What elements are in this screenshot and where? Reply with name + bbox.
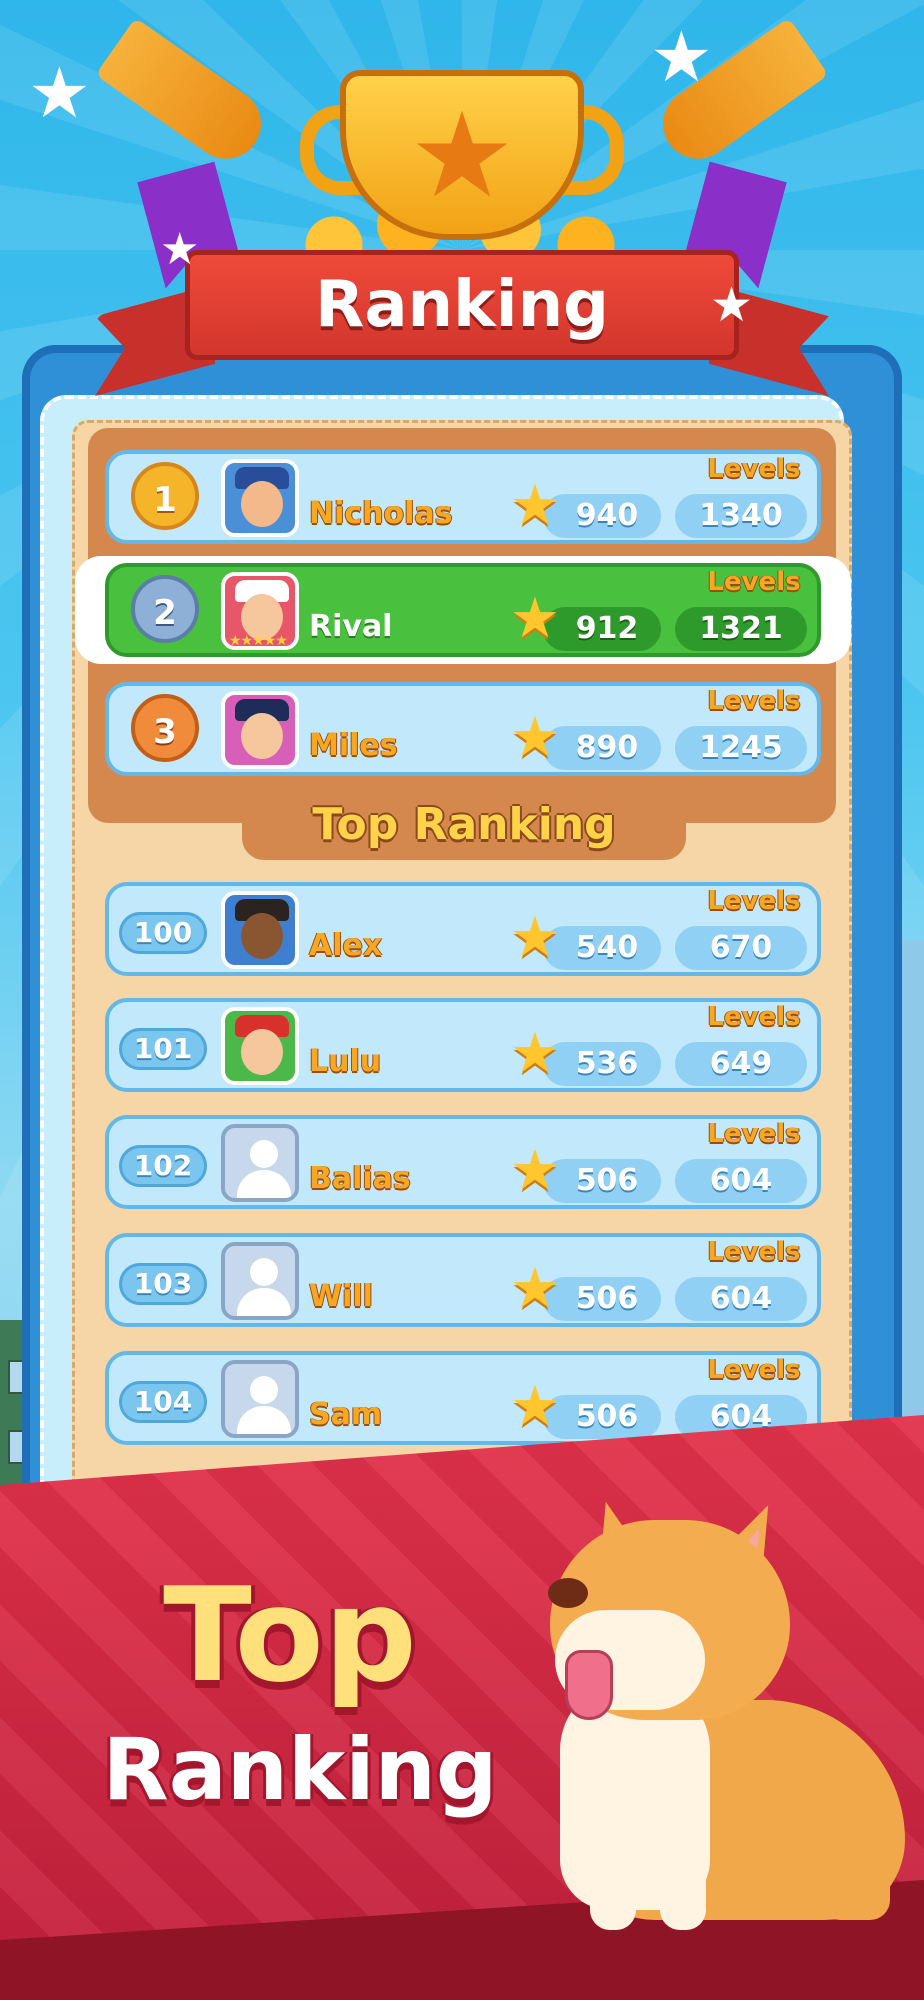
levels-count: 670 xyxy=(675,926,807,970)
silhouette-body xyxy=(237,1288,291,1316)
silhouette-body xyxy=(237,1406,291,1434)
default-user-avatar xyxy=(221,1360,299,1438)
sparkle-star-icon: ★ xyxy=(160,224,200,275)
corgi-front-leg xyxy=(660,1840,706,1930)
corgi-tongue xyxy=(565,1650,613,1720)
levels-label: Levels xyxy=(707,886,801,916)
silhouette-body xyxy=(237,1170,291,1198)
face xyxy=(241,481,283,527)
page-title: Ranking xyxy=(185,250,739,360)
ranking-row[interactable]: 101 Lulu Levels 536 ★ 649 xyxy=(105,998,821,1092)
ranking-row[interactable]: 100 Alex Levels 540 ★ 670 xyxy=(105,882,821,976)
face xyxy=(241,713,283,759)
levels-count: 604 xyxy=(675,1159,807,1203)
rank-number: 102 xyxy=(119,1145,207,1187)
pilot-avatar xyxy=(221,691,299,769)
trophy-star-icon: ★ xyxy=(409,86,515,224)
levels-label: Levels xyxy=(707,1355,801,1385)
ranking-row[interactable]: 103 Will Levels 506 ★ 604 xyxy=(105,1233,821,1327)
ranking-row[interactable]: 102 Balias Levels 506 ★ 604 xyxy=(105,1115,821,1209)
silhouette-head xyxy=(250,1140,278,1168)
headphones-avatar xyxy=(221,891,299,969)
levels-label: Levels xyxy=(707,1002,801,1032)
silhouette-head xyxy=(250,1376,278,1404)
star-icon: ★ xyxy=(509,473,561,538)
levels-label: Levels xyxy=(707,1119,801,1149)
ranking-row-1[interactable]: 1 Nicholas Levels 940 ★ 1340 xyxy=(105,450,821,544)
levels-count: 1340 xyxy=(675,494,807,538)
levels-count: 649 xyxy=(675,1042,807,1086)
rank-number: 104 xyxy=(119,1381,207,1423)
levels-label: Levels xyxy=(707,1237,801,1267)
silver-medal-icon: 2 xyxy=(131,575,199,643)
highlight-row-body: 2 ★★★★★ Rival Levels 912 ★ 1321 xyxy=(105,563,821,657)
face xyxy=(241,1029,283,1075)
star-icon: ★ xyxy=(509,705,561,770)
star-icon: ★ xyxy=(509,905,561,970)
corgi-front-leg xyxy=(590,1840,636,1930)
rank-number: 103 xyxy=(119,1263,207,1305)
default-user-avatar xyxy=(221,1242,299,1320)
promo-title-line1: Top xyxy=(163,1559,417,1711)
star-icon: ★ xyxy=(509,1021,561,1086)
ranking-row[interactable]: 104 Sam Levels 506 ★ 604 xyxy=(105,1351,821,1445)
levels-count: 1245 xyxy=(675,726,807,770)
sparkle-star-icon: ★ xyxy=(650,16,713,98)
levels-label: Levels xyxy=(707,454,801,484)
player-name: Rival xyxy=(309,609,393,644)
rating-stars-icon: ★★★★★ xyxy=(229,633,288,649)
corgi-nose xyxy=(548,1578,588,1608)
ranking-row-2-current-player[interactable]: 2 ★★★★★ Rival Levels 912 ★ 1321 xyxy=(75,556,851,664)
player-name: Will xyxy=(309,1279,373,1314)
player-name: Sam xyxy=(309,1397,383,1432)
levels-label: Levels xyxy=(707,686,801,716)
rank-number: 100 xyxy=(119,912,207,954)
star-icon: ★ xyxy=(509,586,561,651)
star-icon: ★ xyxy=(509,1256,561,1321)
player-name: Nicholas xyxy=(309,496,453,531)
rank-number: 101 xyxy=(119,1028,207,1070)
sparkle-star-icon: ★ xyxy=(710,277,754,333)
levels-label: Levels xyxy=(707,567,801,597)
player-name: Alex xyxy=(309,928,383,963)
star-icon: ★ xyxy=(509,1138,561,1203)
police-officer-avatar xyxy=(221,459,299,537)
default-user-avatar xyxy=(221,1124,299,1202)
bronze-medal-icon: 3 xyxy=(131,694,199,762)
promo-title-line2: Ranking xyxy=(102,1720,498,1820)
ranking-row-3[interactable]: 3 Miles Levels 890 ★ 1245 xyxy=(105,682,821,776)
player-name: Miles xyxy=(309,728,398,763)
red-hat-girl-avatar xyxy=(221,1007,299,1085)
gold-medal-icon: 1 xyxy=(131,462,199,530)
levels-count: 604 xyxy=(675,1277,807,1321)
player-name: Lulu xyxy=(309,1044,382,1079)
silhouette-head xyxy=(250,1258,278,1286)
star-icon: ★ xyxy=(509,1374,561,1439)
levels-count: 1321 xyxy=(675,607,807,651)
player-name: Balias xyxy=(309,1161,411,1196)
sparkle-star-icon: ★ xyxy=(28,52,91,134)
top-ranking-section-title: Top Ranking xyxy=(242,790,686,860)
corgi-hind-leg xyxy=(820,1820,890,1920)
face xyxy=(241,913,283,959)
